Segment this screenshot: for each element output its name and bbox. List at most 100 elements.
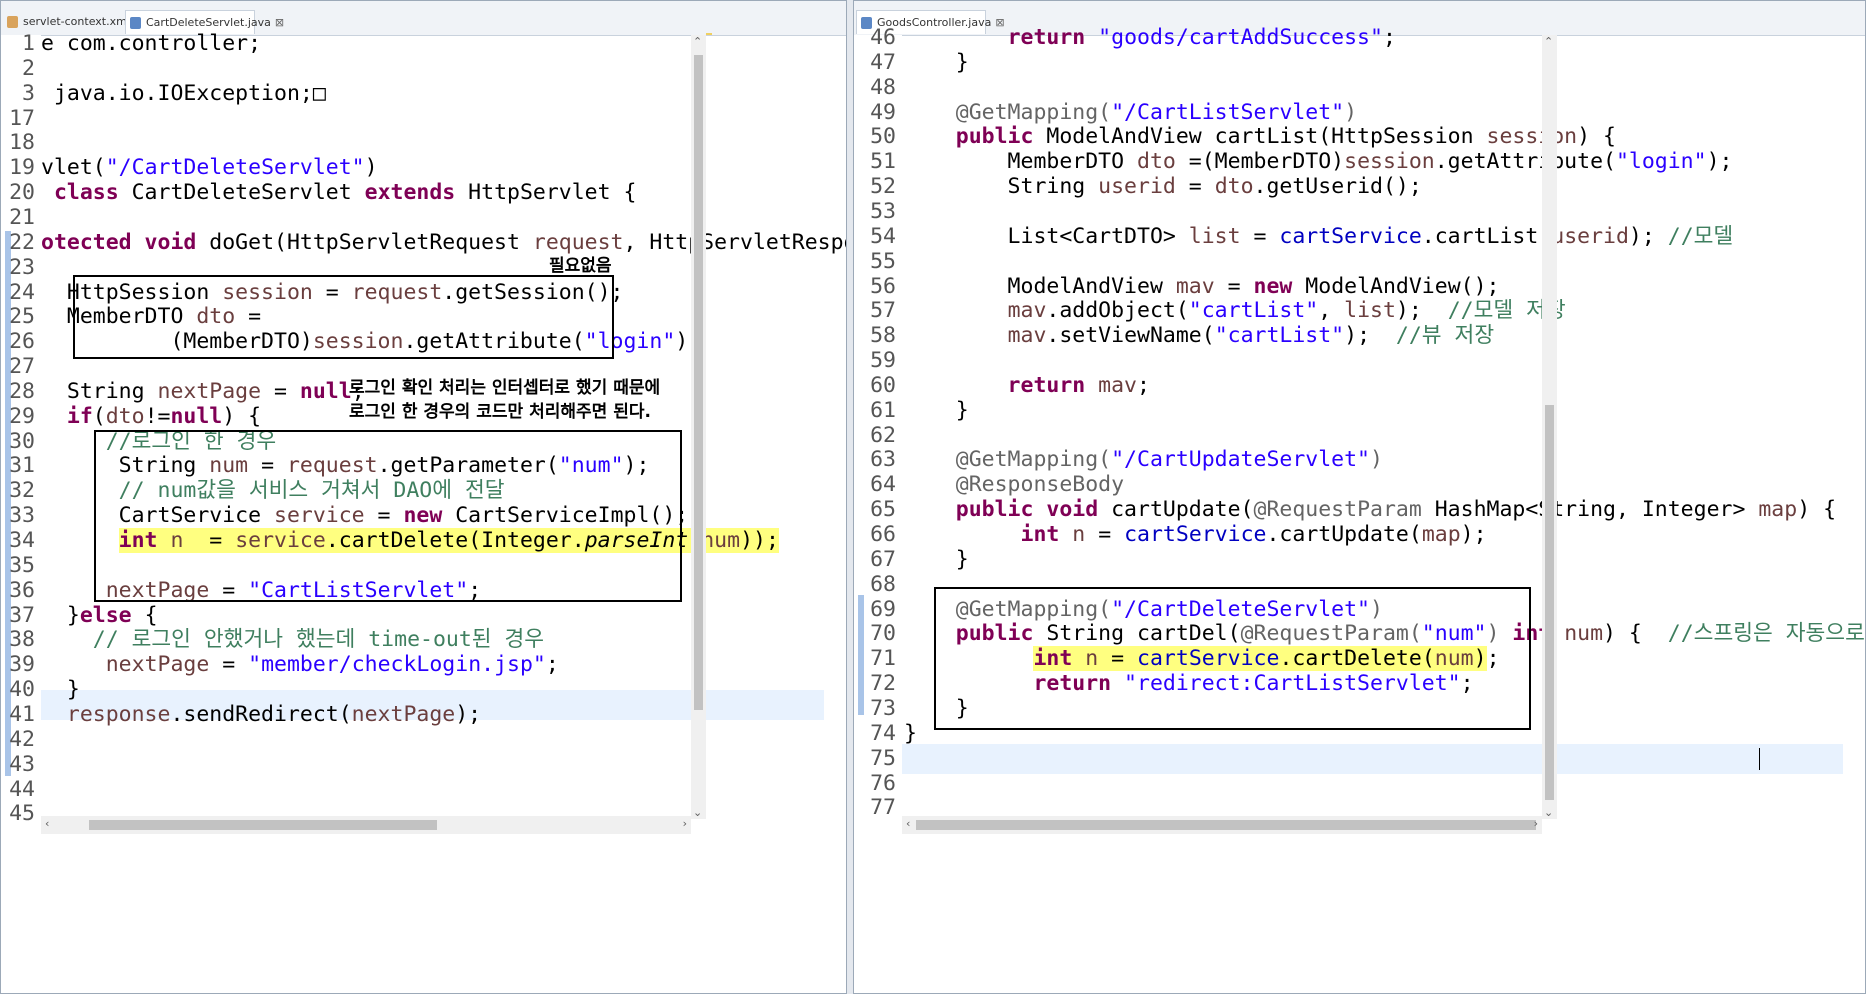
- scroll-thumb[interactable]: [916, 820, 1536, 830]
- horizontal-scrollbar[interactable]: ‹ ›: [902, 816, 1542, 834]
- horizontal-scrollbar[interactable]: ‹ ›: [41, 816, 691, 834]
- code-token: ModelAndView();: [1292, 273, 1500, 299]
- code-line[interactable]: List<CartDTO> list = cartService.cartLis…: [904, 222, 1734, 252]
- code-token: ) {: [222, 403, 262, 429]
- code-line[interactable]: }: [904, 48, 969, 78]
- code-token: @RequestParam: [1253, 497, 1422, 523]
- scroll-thumb[interactable]: [1545, 405, 1554, 800]
- scroll-thumb[interactable]: [89, 820, 437, 830]
- tab-label: servlet-context.xml: [23, 15, 130, 28]
- scroll-left-icon[interactable]: ‹: [45, 817, 49, 830]
- code-line[interactable]: }: [904, 719, 917, 749]
- code-line[interactable]: return "goods/cartAddSuccess";: [904, 23, 1396, 53]
- code-token: "/CartListServlet": [1111, 99, 1345, 125]
- code-token: "goods/cartAddSuccess": [1085, 25, 1383, 50]
- code-token: response: [66, 701, 171, 727]
- code-token: String: [41, 378, 158, 404]
- code-token: CartDeleteServlet: [118, 180, 365, 206]
- code-line[interactable]: }: [904, 545, 969, 575]
- code-token: num: [701, 528, 741, 553]
- code-line[interactable]: String userid = dto.getUserid();: [904, 172, 1422, 202]
- code-token: ModelAndView: [904, 273, 1176, 299]
- vertical-scrollbar[interactable]: ⌃ ⌄: [691, 35, 706, 819]
- code-token: =: [1085, 522, 1125, 547]
- code-token: }: [904, 49, 969, 75]
- code-line[interactable]: otected void doGet(HttpServletRequest re…: [41, 228, 846, 258]
- line-number: 45: [9, 801, 35, 827]
- code-token: cartUpdate(: [1098, 497, 1254, 523]
- code-token: );: [1395, 298, 1448, 324]
- code-token: new: [1253, 273, 1293, 299]
- code-token: doGet(HttpServletRequest: [196, 229, 533, 255]
- scroll-down-icon[interactable]: ⌄: [1544, 806, 1553, 819]
- text-caret: [1759, 748, 1760, 770]
- scroll-thumb[interactable]: [694, 55, 703, 710]
- code-token: java.io.IOException;□: [41, 80, 326, 106]
- code-token: "/CartDeleteServlet": [105, 155, 365, 181]
- code-token: nextPage: [157, 378, 262, 404]
- code-token: "member/checkLogin.jsp": [248, 652, 546, 678]
- note-unneeded: 필요없음: [549, 256, 612, 276]
- code-token: ));: [740, 528, 779, 553]
- right-editor-pane: GoodsController.java ⊠ 46 return "goods/c…: [853, 0, 1866, 994]
- code-line[interactable]: nextPage = "member/checkLogin.jsp";: [41, 650, 559, 680]
- note-interceptor-line1: 로그인 확인 처리는 인터셉터로 했기 때문에: [349, 378, 661, 398]
- code-token: =: [1175, 174, 1215, 200]
- code-token: //모델: [1667, 223, 1734, 249]
- code-line[interactable]: java.io.IOException;□: [41, 79, 326, 109]
- code-token: ,: [1318, 298, 1345, 324]
- scroll-left-icon[interactable]: ‹: [906, 817, 910, 830]
- code-token: extends: [364, 180, 456, 206]
- code-token: list: [1344, 298, 1396, 324]
- code-token: .sendRedirect(: [170, 701, 352, 727]
- note-interceptor-line2: 로그인 한 경우의 코드만 처리해주면 된다.: [349, 402, 651, 422]
- code-token: ;: [545, 652, 559, 678]
- code-token: null: [170, 403, 223, 429]
- code-token: .cartUpdate(: [1266, 522, 1422, 547]
- code-line[interactable]: response.sendRedirect(nextPage);: [41, 700, 481, 730]
- code-token: session: [1486, 124, 1578, 150]
- scroll-up-icon[interactable]: ⌃: [693, 35, 702, 48]
- code-token: MemberDTO: [904, 149, 1137, 175]
- code-line[interactable]: mav.setViewName("cartList"); //뷰 저장: [904, 321, 1495, 351]
- code-token: ): [1344, 99, 1358, 125]
- code-token: cartService: [1124, 522, 1267, 547]
- xml-file-icon: [7, 16, 18, 28]
- code-line[interactable]: e com.controller;: [41, 29, 261, 59]
- code-token: map: [1421, 522, 1461, 547]
- code-token: @ResponseBody: [904, 472, 1125, 498]
- scroll-up-icon[interactable]: ⌃: [1544, 35, 1553, 48]
- code-token: String: [904, 174, 1099, 200]
- code-token: list: [1188, 223, 1241, 249]
- code-token: vlet(: [41, 155, 106, 181]
- scroll-right-icon[interactable]: ›: [1534, 817, 1538, 830]
- code-line[interactable]: int n = cartService.cartUpdate(map);: [904, 520, 1486, 550]
- code-token: userid: [1098, 174, 1176, 200]
- vertical-scrollbar[interactable]: ⌃ ⌄: [1542, 35, 1557, 819]
- java-file-icon: [130, 17, 141, 29]
- code-token: num: [1564, 621, 1604, 647]
- left-editor-pane: servlet-context.xml CartDeleteServlet.ja…: [0, 0, 847, 994]
- code-line[interactable]: }: [904, 396, 969, 426]
- code-token: //뷰 저장: [1395, 323, 1495, 349]
- scroll-right-icon[interactable]: ›: [683, 817, 687, 830]
- annotation-box-session: [73, 275, 614, 359]
- code-token: =(MemberDTO): [1175, 149, 1345, 175]
- code-token: .addObject(: [1046, 298, 1189, 324]
- annotation-box-cartdel: [934, 587, 1531, 730]
- close-icon[interactable]: ⊠: [275, 16, 284, 29]
- code-token: ;: [1382, 25, 1396, 50]
- code-token: dto: [105, 403, 145, 429]
- tab-label: CartDeleteServlet.java: [146, 16, 271, 29]
- scroll-down-icon[interactable]: ⌄: [693, 806, 702, 819]
- code-token: !=: [144, 403, 171, 429]
- code-token: dto: [1137, 149, 1176, 175]
- overview-ruler-mark: [706, 33, 712, 35]
- code-line[interactable]: class CartDeleteServlet extends HttpServ…: [41, 178, 637, 208]
